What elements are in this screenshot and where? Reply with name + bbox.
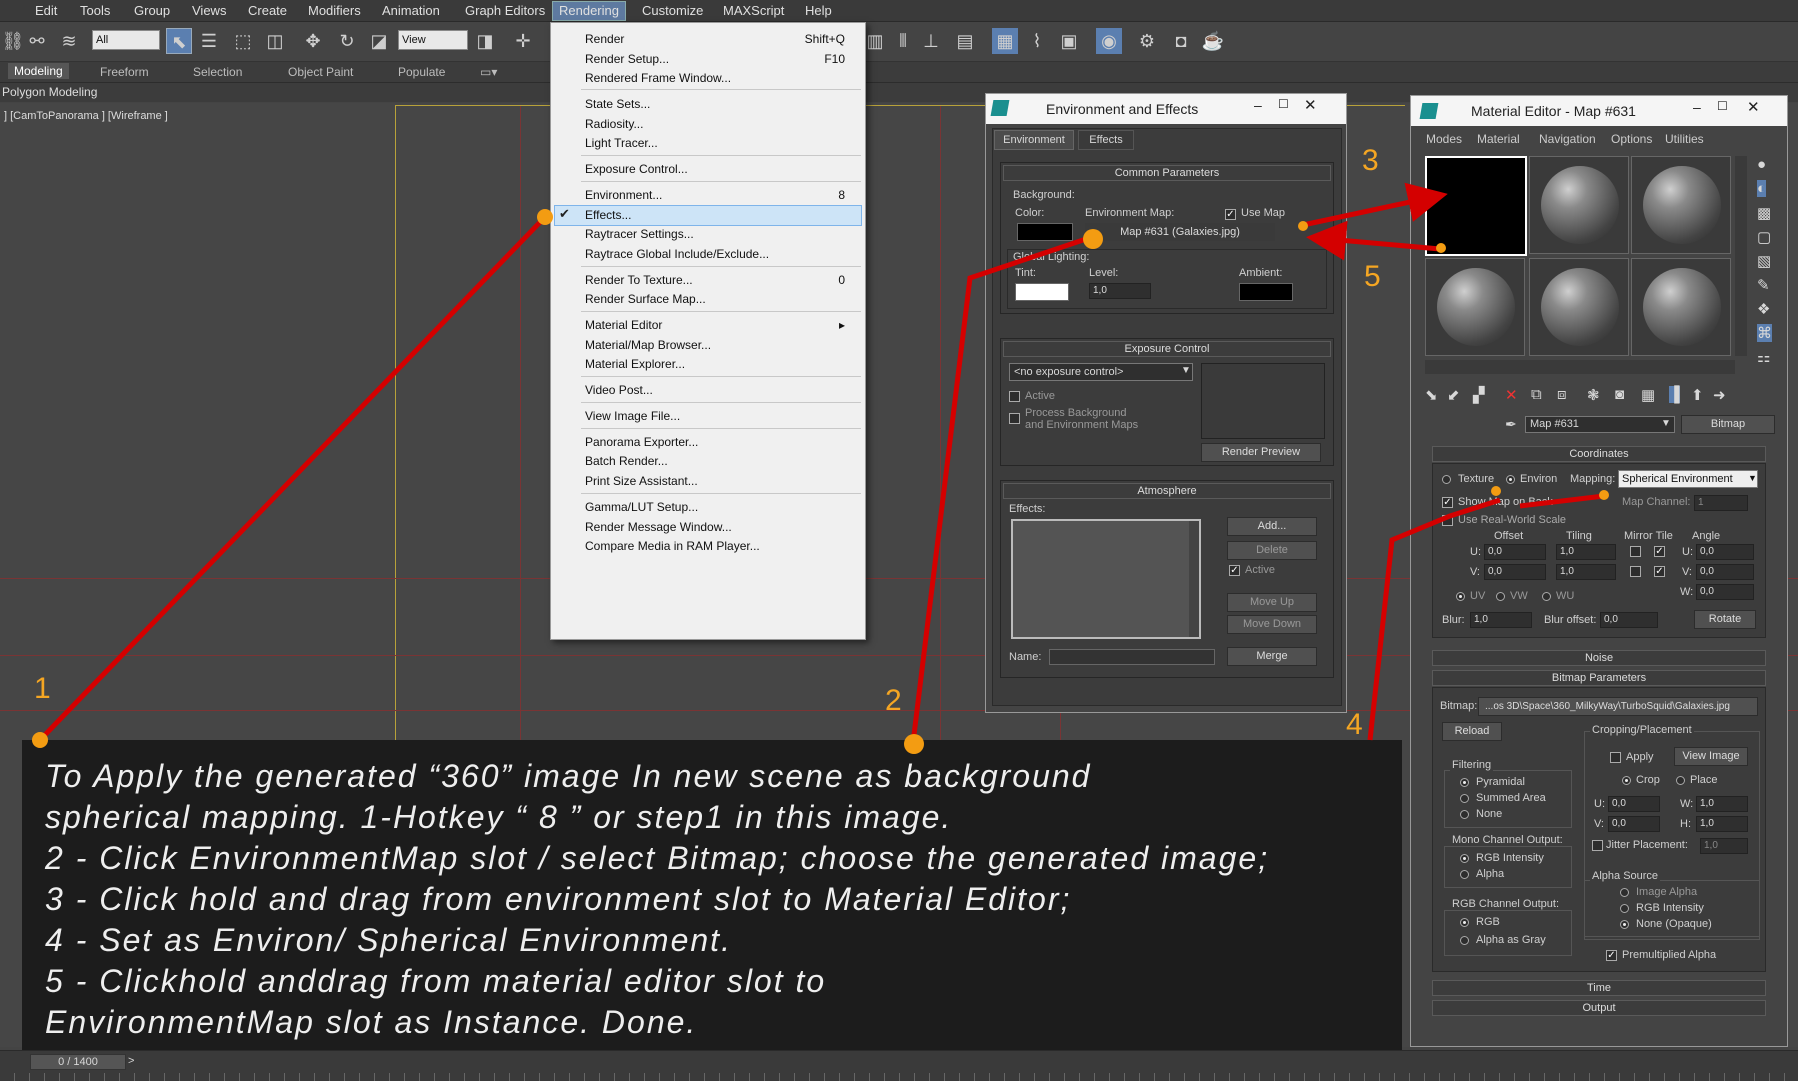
arrow-step-1 <box>38 215 547 742</box>
step-1-origin-marker <box>32 732 48 748</box>
arrow-step-5 <box>1306 220 1441 261</box>
step-number-2: 2 <box>885 684 902 717</box>
step-number-1: 1 <box>34 672 51 705</box>
next-frame-icon[interactable]: > <box>128 1054 140 1070</box>
step-2-origin-marker <box>904 734 924 754</box>
arrow-step-4b <box>1519 493 1605 509</box>
step-2-marker <box>1083 229 1103 249</box>
annotation-arrows <box>38 182 1605 744</box>
arrow-step-4a <box>1367 497 1501 741</box>
step-number-4: 4 <box>1346 708 1363 741</box>
timeline-bar: 0 / 1400 > <box>0 1050 1798 1081</box>
step-number-5: 5 <box>1364 260 1381 293</box>
step-3-marker <box>1298 221 1308 231</box>
step-4b-marker <box>1599 490 1609 500</box>
step-5-marker <box>1436 243 1446 253</box>
step-1-marker <box>537 209 553 225</box>
time-slider[interactable]: 0 / 1400 <box>30 1054 126 1070</box>
arrow-step-2 <box>910 234 1093 744</box>
step-number-3: 3 <box>1362 144 1379 177</box>
step-4a-marker <box>1491 486 1501 496</box>
arrow-step-3 <box>1302 182 1448 228</box>
